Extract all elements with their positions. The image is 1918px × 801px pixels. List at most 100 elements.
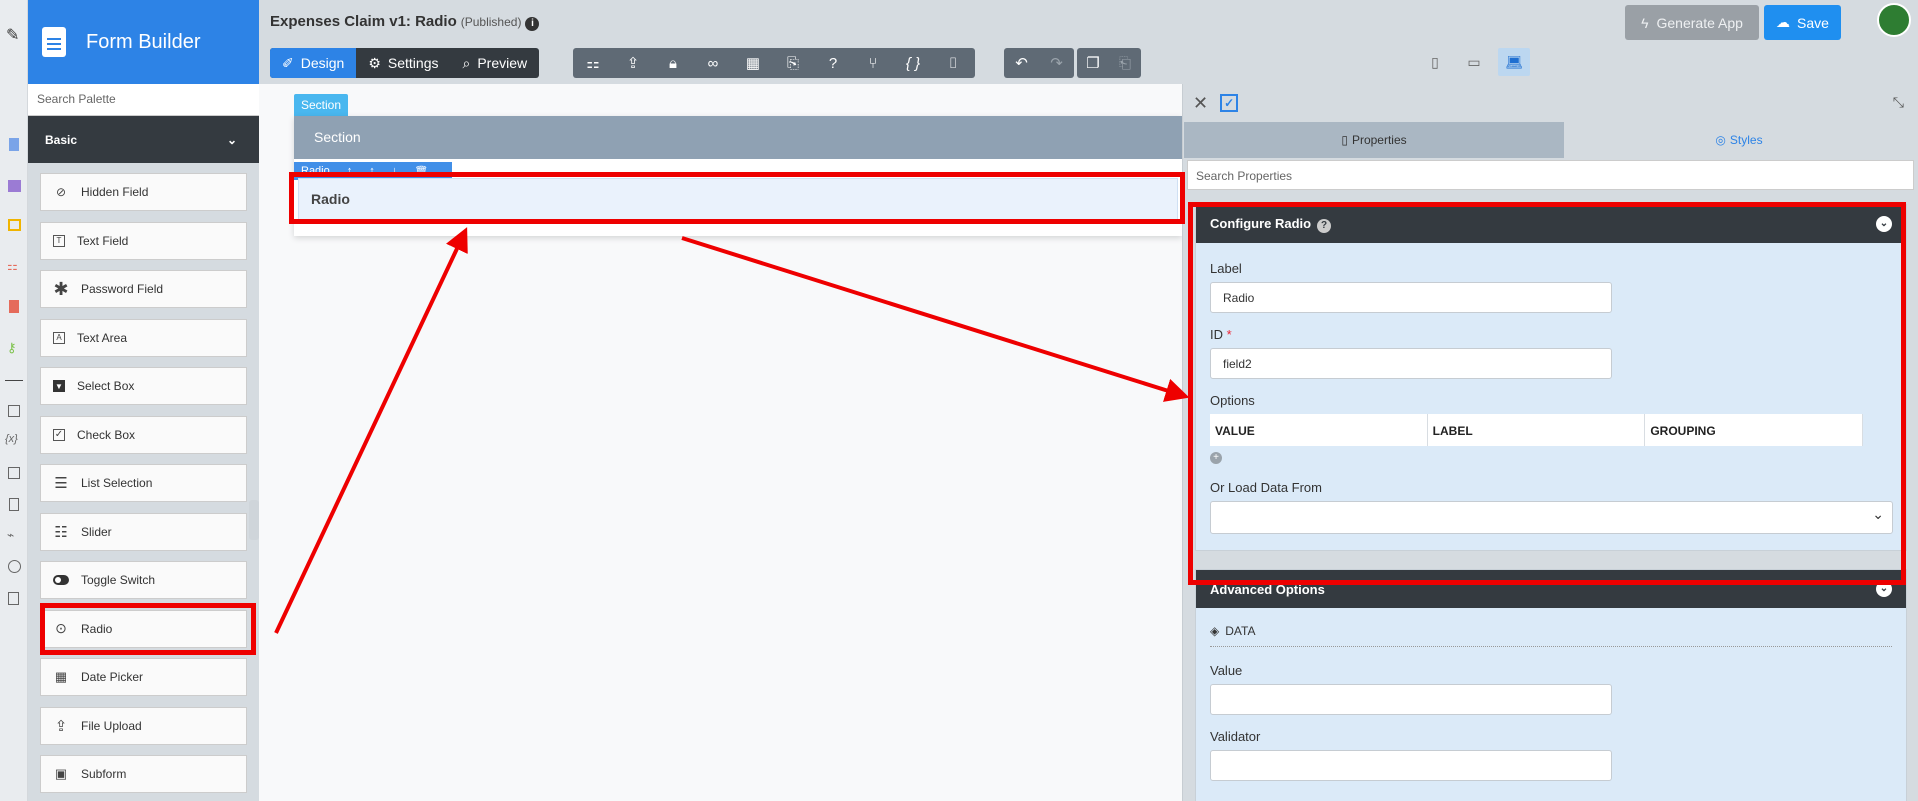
branch-icon[interactable]: ⑂ (853, 48, 893, 78)
palette-item-list-selection[interactable]: ☰ List Selection (40, 464, 247, 502)
palette-item-label: Hidden Field (81, 185, 149, 199)
advanced-options-body: ◈ DATA Value Validator (1196, 608, 1906, 801)
section-tag[interactable]: Section (294, 94, 349, 116)
key-icon[interactable]: ⚷ (7, 340, 23, 356)
palette-item-select-box[interactable]: ▼ Select Box (40, 367, 247, 405)
cloud-upload-icon: ☁ (1776, 14, 1791, 30)
palette-item-toggle-switch[interactable]: Toggle Switch (40, 561, 247, 599)
file-icon[interactable] (9, 498, 19, 511)
text-area-icon: A (53, 331, 65, 344)
file-icon: ▯ (1341, 133, 1348, 147)
form-title: Expenses Claim v1: Radio (Published) i (270, 13, 540, 31)
properties-tabs: ▯ Properties ◎ Styles (1184, 122, 1918, 158)
variable-icon[interactable]: {x} (5, 433, 21, 449)
sitemap-icon[interactable]: ⚏ (7, 259, 23, 275)
list-icon: ☰ (54, 475, 68, 492)
report-icon[interactable] (9, 300, 19, 313)
close-icon[interactable]: ✕ (1193, 93, 1208, 114)
camera-icon[interactable]: ⌷ (933, 48, 973, 78)
tab-label: Preview (477, 55, 528, 71)
sliders-icon: ☷ (54, 523, 68, 541)
grid-icon[interactable]: ▦ (733, 48, 773, 78)
translate-icon[interactable]: ⎘ (773, 48, 813, 78)
mode-tabs: ✐ Design ⚙ Settings ⌕ Preview (270, 48, 540, 78)
toolbar-clipboard: ❐ ⎗ (1077, 48, 1141, 78)
palette-item-date-picker[interactable]: ▦ Date Picker (40, 658, 247, 696)
copy-icon[interactable]: ❐ (1077, 48, 1109, 78)
subform-icon: ▣ (54, 766, 68, 781)
sitemap-icon[interactable]: ⚏ (573, 48, 613, 78)
generate-app-button[interactable]: ϟ Generate App (1625, 5, 1759, 40)
bolt-icon: ϟ (1641, 14, 1649, 31)
tab-styles[interactable]: ◎ Styles (1564, 122, 1914, 158)
table-icon[interactable] (8, 180, 21, 192)
properties-search-input[interactable]: Search Properties (1187, 160, 1914, 190)
note-icon[interactable] (8, 405, 20, 417)
palette-item-password-field[interactable]: ✱ Password Field (40, 270, 247, 308)
form-icon[interactable] (9, 138, 19, 151)
binoculars-icon[interactable]: ∞ (693, 48, 733, 78)
tab-properties[interactable]: ▯ Properties (1184, 122, 1564, 158)
palette-item-text-area[interactable]: A Text Area (40, 318, 247, 357)
tab-preview[interactable]: ⌕ Preview (450, 48, 539, 78)
preview-icon: ⌕ (462, 54, 471, 71)
status-badge: (Published) (460, 15, 522, 29)
palette-item-hidden-field[interactable]: ⊘ Hidden Field (40, 173, 247, 211)
calendar-icon: ▦ (54, 669, 68, 684)
form-title-text: Expenses Claim v1: Radio (270, 13, 457, 30)
lock-icon[interactable]: 🔒︎ (653, 48, 693, 78)
undo-icon[interactable]: ↶ (1004, 48, 1039, 78)
value-caption: Value (1210, 663, 1243, 678)
palette-category[interactable]: Basic ⌄ (28, 116, 259, 163)
divider (5, 380, 23, 381)
plug-icon[interactable]: ⌁ (7, 528, 23, 544)
palette-item-slider[interactable]: ☷ Slider (40, 512, 247, 551)
edit-icon[interactable]: ✎ (6, 25, 22, 44)
save-label: Save (1797, 14, 1829, 31)
tab-settings[interactable]: ⚙ Settings (356, 48, 450, 78)
upload-icon: ⇪ (54, 717, 68, 735)
save-button[interactable]: ☁ Save (1764, 5, 1841, 40)
book-icon[interactable] (8, 592, 19, 605)
palette-item-text-field[interactable]: T Text Field (40, 221, 247, 260)
palette-item-label: Check Box (77, 427, 136, 442)
chevron-down-icon: ⌄ (226, 132, 237, 147)
palette-item-check-box[interactable]: ✓ Check Box (40, 415, 247, 454)
data-section-heading: ◈ DATA (1210, 624, 1892, 647)
gear-icon: ⚙ (368, 54, 381, 71)
palette-list: ⊘ Hidden Field T Text Field ✱ Password Fiel… (28, 163, 259, 793)
palette-item-file-upload[interactable]: ⇪ File Upload (40, 706, 247, 745)
tablet-view-icon[interactable]: ▭ (1458, 48, 1490, 76)
value-input[interactable] (1210, 684, 1612, 715)
palette-panel: Form Builder Search Palette Basic ⌄ ⊘ Hid… (28, 0, 259, 801)
tab-label: Properties (1351, 133, 1407, 147)
select-box-icon: ▼ (53, 380, 65, 392)
info-icon[interactable]: i (525, 17, 540, 31)
tab-label: Styles (1729, 133, 1763, 147)
gauge-icon[interactable] (8, 560, 21, 573)
paste-icon[interactable]: ⎗ (1109, 48, 1141, 78)
translate-icon[interactable] (8, 467, 20, 479)
validator-caption: Validator (1210, 729, 1261, 744)
redo-icon[interactable]: ↷ (1039, 48, 1074, 78)
palette-item-label: Subform (81, 767, 127, 781)
compress-icon[interactable]: ⤡ (1893, 94, 1904, 111)
section-title[interactable]: Section (294, 116, 1182, 159)
palette-title: Form Builder (86, 30, 201, 53)
palette-search-input[interactable]: Search Palette (28, 84, 259, 116)
mobile-view-icon[interactable]: ▯ (1419, 48, 1451, 76)
validator-input[interactable] (1210, 750, 1612, 781)
file-import-icon[interactable]: ⇪ (613, 48, 653, 78)
properties-toolbar: ✕ ✓ ⤡ (1183, 84, 1918, 122)
help-icon[interactable]: ? (813, 48, 853, 78)
apply-check-icon[interactable]: ✓ (1220, 94, 1239, 112)
avatar[interactable] (1877, 3, 1911, 37)
desktop-view-icon[interactable]: 💻︎ (1498, 48, 1530, 76)
code-braces-icon[interactable]: { } (893, 48, 933, 78)
layers-icon: ◈ (1210, 624, 1220, 638)
tab-design[interactable]: ✐ Design (270, 48, 357, 78)
left-icon-rail: ✎ ⚏ ⚷ {x} ⌁ (0, 0, 28, 801)
palette-item-subform[interactable]: ▣ Subform (40, 755, 247, 793)
monitor-icon[interactable] (8, 219, 21, 231)
palette-collapse-handle[interactable] (249, 500, 259, 540)
